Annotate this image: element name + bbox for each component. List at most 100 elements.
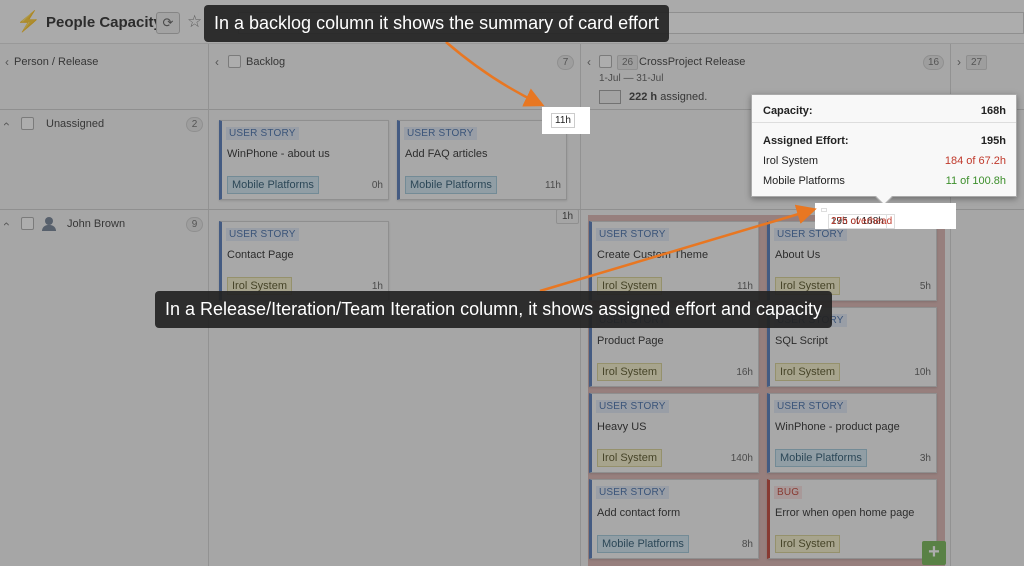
- card-title: WinPhone - product page: [775, 421, 900, 433]
- refresh-icon: ⟳: [162, 15, 174, 30]
- release-date-range: 1-Jul — 31-Jul: [599, 73, 664, 84]
- page-title: People Capacity: [46, 14, 162, 31]
- card[interactable]: USER STORY Add contact form Mobile Platf…: [589, 479, 759, 559]
- card-effort: 140h: [730, 453, 753, 464]
- card-tag: Irol System: [775, 535, 841, 553]
- john-brown-row-checkbox[interactable]: [21, 217, 34, 230]
- chevron-left-icon[interactable]: ‹: [215, 55, 219, 69]
- backlog-header: Backlog: [246, 56, 286, 68]
- john-brown-backlog-hours: 1h: [556, 209, 580, 224]
- card-title: About Us: [775, 249, 821, 261]
- release-assigned-suffix: assigned.: [657, 91, 708, 103]
- card-title: Heavy US: [597, 421, 647, 433]
- card-title: Product Page: [597, 335, 664, 347]
- card-effort: 5h: [919, 281, 931, 292]
- card-title: SQL Script: [775, 335, 828, 347]
- card-effort: 0h: [371, 180, 383, 191]
- unassigned-count-badge: 2: [186, 117, 203, 132]
- card[interactable]: USER STORY WinPhone - product page Mobil…: [767, 393, 937, 473]
- card-title: Add FAQ articles: [405, 148, 488, 160]
- capacity-indicator[interactable]: 195 of 168h 27h overhead: [821, 208, 896, 229]
- popup-divider: [752, 122, 1016, 123]
- release-count-badge: 16: [923, 55, 945, 70]
- card-type: USER STORY: [404, 127, 477, 140]
- john-brown-count-badge: 9: [186, 217, 203, 232]
- chevron-up-icon[interactable]: ‹: [0, 122, 14, 126]
- capacity-label: Capacity:: [763, 105, 813, 117]
- card-type: USER STORY: [596, 486, 669, 499]
- popup-item-value: 11 of 100.8h: [945, 175, 1006, 187]
- capacity-overhead: 27h overhead: [828, 214, 896, 229]
- chevron-up-icon[interactable]: ‹: [0, 222, 14, 226]
- backlog-count-badge: 7: [557, 55, 574, 70]
- assigned-effort-label: Assigned Effort:: [763, 135, 849, 147]
- card[interactable]: USER STORY WinPhone - about us Mobile Pl…: [219, 120, 389, 200]
- unassigned-row-checkbox[interactable]: [21, 117, 34, 130]
- card-title: Create Custom Theme: [597, 249, 709, 261]
- card-tag: Mobile Platforms: [597, 535, 689, 553]
- capacity-row: Capacity: 168h: [763, 105, 1006, 117]
- card-effort: 10h: [914, 367, 931, 378]
- next-release-number-badge: 27: [966, 55, 988, 70]
- chevron-left-icon[interactable]: ‹: [5, 55, 9, 69]
- popup-item-name: Irol System: [763, 155, 819, 167]
- backlog-callout: In a backlog column it shows the summary…: [204, 5, 669, 42]
- refresh-button[interactable]: ⟳: [156, 12, 180, 34]
- card-type: USER STORY: [596, 400, 669, 413]
- row-label-unassigned: Unassigned: [46, 118, 105, 130]
- card-type: USER STORY: [774, 400, 847, 413]
- card-type: BUG: [774, 486, 803, 499]
- card-effort: 8h: [741, 539, 753, 550]
- release-callout: In a Release/Iteration/Team Iteration co…: [155, 291, 833, 328]
- people-capacity-app: ⚡ People Capacity ⟳ ☆ ‹ Person / Release…: [0, 0, 1024, 566]
- card-type: USER STORY: [226, 228, 299, 241]
- card-effort: 11h: [545, 180, 561, 191]
- card[interactable]: USER STORY Heavy US Irol System 140h: [589, 393, 759, 473]
- card-type: USER STORY: [596, 228, 669, 241]
- card-tag: Mobile Platforms: [405, 176, 497, 194]
- add-card-button[interactable]: +: [922, 541, 946, 565]
- card[interactable]: USER STORY Create Custom Theme Irol Syst…: [589, 221, 759, 301]
- release-assigned-summary: 222 h assigned.: [629, 91, 707, 103]
- card-title: WinPhone - about us: [227, 148, 330, 160]
- card[interactable]: BUG Error when open home page Irol Syste…: [767, 479, 937, 559]
- assigned-effort-value: 195h: [980, 135, 1006, 147]
- release-select-checkbox[interactable]: [599, 55, 612, 68]
- assigned-effort-row: Assigned Effort: 195h: [763, 135, 1006, 147]
- popup-item-value: 184 of 67.2h: [944, 155, 1006, 167]
- lightning-icon: ⚡: [16, 11, 41, 33]
- backlog-select-checkbox[interactable]: [228, 55, 241, 68]
- card-title: Error when open home page: [775, 507, 915, 519]
- popup-item-name: Mobile Platforms: [763, 175, 845, 187]
- avatar: [41, 217, 57, 231]
- popup-item-row: Mobile Platforms 11 of 100.8h: [763, 175, 1006, 187]
- release-number-badge: 26: [617, 55, 639, 70]
- card-tag: Irol System: [597, 449, 663, 467]
- capacity-value: 168h: [980, 105, 1006, 117]
- card-tag: Irol System: [597, 363, 663, 381]
- card-tag: Mobile Platforms: [227, 176, 319, 194]
- person-release-header: Person / Release: [14, 56, 99, 68]
- chart-icon: [599, 90, 621, 104]
- card[interactable]: USER STORY Contact Page Irol System 1h: [219, 221, 389, 301]
- capacity-popup: Capacity: 168h Assigned Effort: 195h Iro…: [751, 94, 1017, 206]
- card-effort: 3h: [919, 453, 931, 464]
- card-type: USER STORY: [774, 228, 847, 241]
- chevron-right-icon[interactable]: ›: [957, 55, 961, 69]
- popup-item-row: Irol System 184 of 67.2h: [763, 155, 1006, 167]
- card[interactable]: USER STORY About Us Irol System 5h: [767, 221, 937, 301]
- backlog-effort-summary-highlight: 11h: [542, 107, 590, 134]
- star-icon[interactable]: ☆: [187, 12, 202, 32]
- card-tag: Irol System: [775, 363, 841, 381]
- chevron-left-icon[interactable]: ‹: [587, 55, 591, 69]
- card-tag: Mobile Platforms: [775, 449, 867, 467]
- card-title: Add contact form: [597, 507, 681, 519]
- row-label-john-brown: John Brown: [67, 218, 126, 230]
- backlog-effort-summary: 11h: [551, 113, 575, 128]
- card-title: Contact Page: [227, 249, 294, 261]
- release-assigned-value: 222 h: [629, 91, 658, 103]
- card-type: USER STORY: [226, 127, 299, 140]
- release-header[interactable]: CrossProject Release: [639, 56, 745, 68]
- card-effort: 16h: [736, 367, 753, 378]
- capacity-indicator-highlight[interactable]: 195 of 168h 27h overhead: [815, 203, 956, 229]
